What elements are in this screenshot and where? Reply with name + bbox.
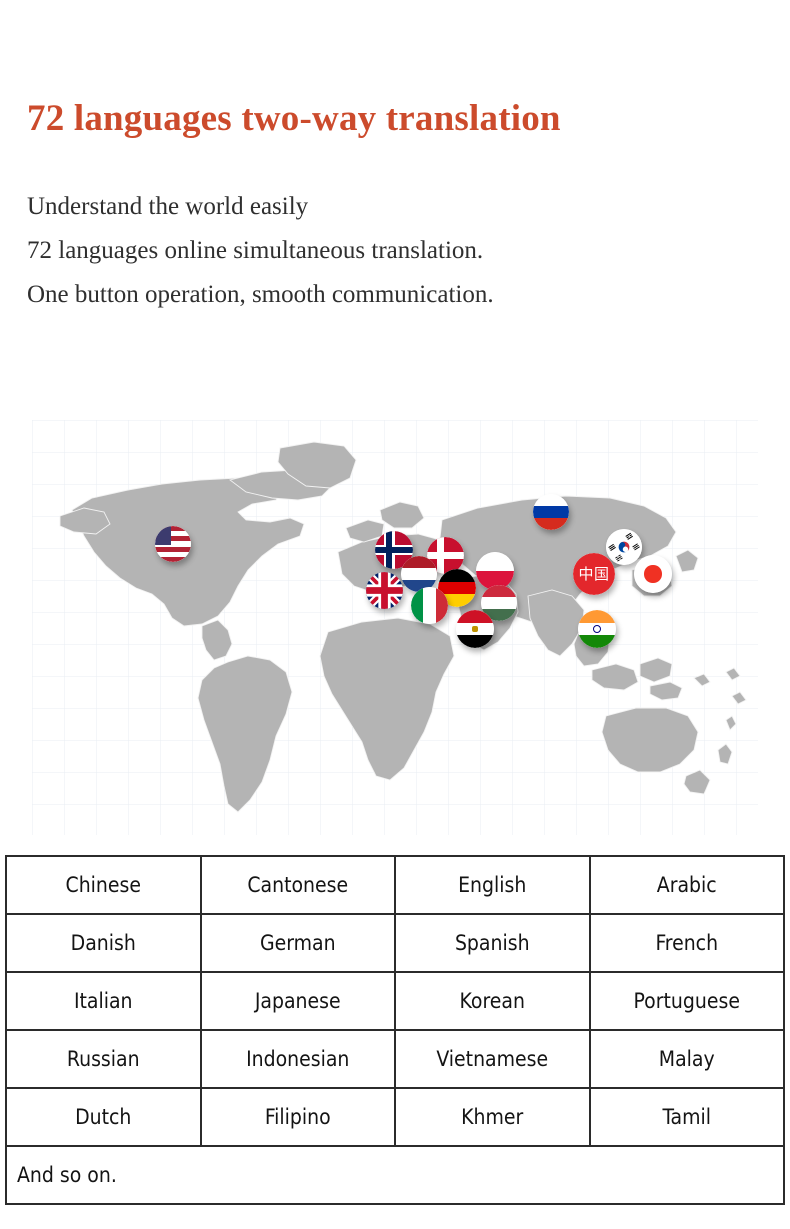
table-row: Italian Japanese Korean Portuguese (5, 971, 785, 1031)
subtitle-line-2: 72 languages online simultaneous transla… (27, 237, 484, 264)
table-footer-row: And so on. (5, 1145, 785, 1205)
table-cell: German (199, 913, 396, 973)
us-flag-icon (155, 526, 191, 562)
world-map-graphic (32, 420, 758, 835)
flag-marker-italy[interactable] (411, 587, 448, 624)
table-cell: Vietnamese (394, 1029, 591, 1089)
table-cell: Russian (5, 1029, 202, 1089)
flag-marker-japan[interactable] (634, 555, 672, 593)
table-cell: Filipino (199, 1087, 396, 1147)
table-row: Dutch Filipino Khmer Tamil (5, 1087, 785, 1147)
india-flag-icon (578, 610, 616, 648)
table-cell: Korean (394, 971, 591, 1031)
subtitle-block: Understand the world easily 72 languages… (27, 185, 494, 317)
table-cell: Khmer (394, 1087, 591, 1147)
table-cell: English (394, 855, 591, 915)
table-cell: Chinese (5, 855, 202, 915)
page-title: 72 languages two-way translation (27, 98, 561, 139)
table-cell: Cantonese (199, 855, 396, 915)
table-cell: Spanish (394, 913, 591, 973)
table-cell: Tamil (588, 1087, 785, 1147)
japan-flag-icon (634, 555, 672, 593)
table-cell: Dutch (5, 1087, 202, 1147)
table-row: Chinese Cantonese English Arabic (5, 855, 785, 915)
flag-marker-south-korea[interactable] (606, 529, 642, 565)
flag-marker-india[interactable] (578, 610, 616, 648)
table-cell: Danish (5, 913, 202, 973)
table-cell: Portuguese (588, 971, 785, 1031)
table-footer-note: And so on. (5, 1145, 785, 1205)
table-row: Danish German Spanish French (5, 913, 785, 973)
world-map-figure: 中国 (32, 420, 758, 835)
table-cell: Arabic (588, 855, 785, 915)
flag-marker-russia[interactable] (533, 494, 569, 530)
china-badge-icon: 中国 (573, 553, 615, 595)
china-badge-label: 中国 (578, 564, 610, 583)
table-row: Russian Indonesian Vietnamese Malay (5, 1029, 785, 1089)
subtitle-line-3: One button operation, smooth communicati… (27, 281, 494, 308)
table-cell: Indonesian (199, 1029, 396, 1089)
table-cell: French (588, 913, 785, 973)
egypt-flag-icon (456, 610, 494, 648)
table-cell: Malay (588, 1029, 785, 1089)
uk-flag-icon (366, 572, 403, 609)
flag-marker-united-kingdom[interactable] (366, 572, 403, 609)
flag-marker-china[interactable]: 中国 (573, 553, 615, 595)
subtitle-line-1: Understand the world easily (27, 193, 309, 220)
table-cell: Italian (5, 971, 202, 1031)
language-table: Chinese Cantonese English Arabic Danish … (5, 855, 785, 1205)
russia-flag-icon (533, 494, 569, 530)
flag-marker-united-states[interactable] (155, 526, 191, 562)
italy-flag-icon (411, 587, 448, 624)
table-cell: Japanese (199, 971, 396, 1031)
south-korea-flag-icon (606, 529, 642, 565)
flag-marker-egypt[interactable] (456, 610, 494, 648)
